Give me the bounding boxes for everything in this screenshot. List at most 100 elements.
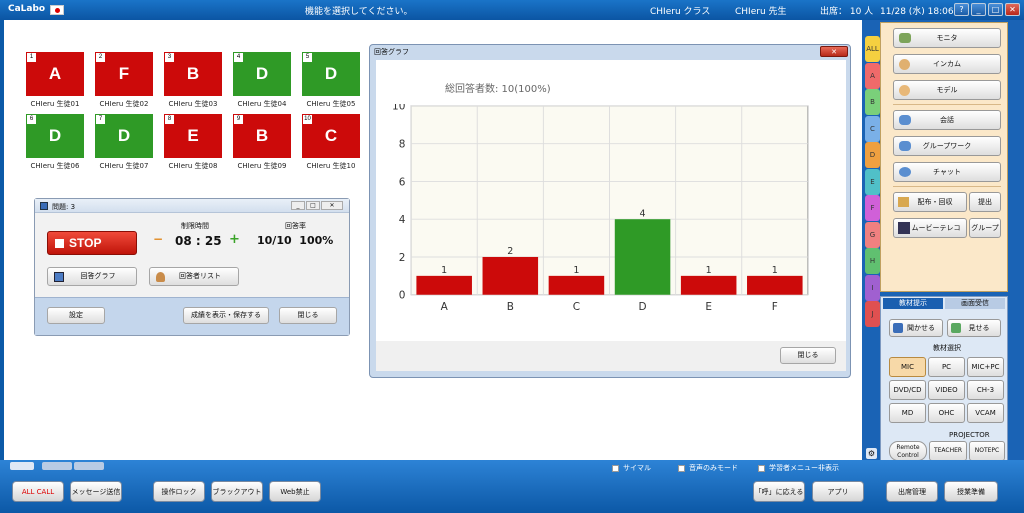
stop-button[interactable]: STOP bbox=[47, 231, 137, 255]
respond-call-button[interactable]: 「呼」に応える bbox=[753, 481, 805, 502]
student-tile[interactable]: 6D bbox=[26, 114, 84, 158]
web-block-button[interactable]: Web禁止 bbox=[269, 481, 321, 502]
tab-group-f[interactable]: F bbox=[865, 195, 880, 221]
student-tile[interactable]: 8E bbox=[164, 114, 222, 158]
graph-close-button[interactable]: 閉じる bbox=[780, 347, 836, 364]
student-tile[interactable]: 10 C bbox=[302, 114, 360, 158]
student-tile[interactable]: 3B bbox=[164, 52, 222, 96]
all-call-button[interactable]: ALL CALL bbox=[12, 481, 64, 502]
teacher-button[interactable]: TEACHER bbox=[929, 441, 967, 461]
x-tick-label: F bbox=[772, 301, 778, 310]
conversation-button[interactable]: 会話 bbox=[893, 110, 1001, 130]
tab-group-j[interactable]: J bbox=[865, 301, 880, 327]
close-question-button[interactable]: 閉じる bbox=[279, 307, 337, 324]
student-name: CHIeru 生徒03 bbox=[168, 100, 218, 108]
student-tile[interactable]: 9B bbox=[233, 114, 291, 158]
remote-control-button[interactable]: Remote Control bbox=[889, 441, 927, 461]
folder-icon bbox=[898, 197, 909, 207]
tab-group-i[interactable]: I bbox=[865, 274, 880, 301]
blackout-button[interactable]: ブラックアウト bbox=[211, 481, 263, 502]
question-title: 問題: 3 bbox=[52, 203, 76, 211]
student-name: CHIeru 生徒07 bbox=[99, 162, 149, 170]
view-detail-icon[interactable] bbox=[74, 462, 104, 470]
source-mic-button[interactable]: MIC bbox=[889, 357, 926, 377]
audio-only-label: 音声のみモード bbox=[689, 464, 738, 472]
save-results-button[interactable]: 成績を表示・保存する bbox=[183, 307, 269, 324]
student-tile[interactable]: 4D bbox=[233, 52, 291, 96]
simul-checkbox[interactable]: サイマル bbox=[612, 463, 651, 473]
message-send-button[interactable]: メッセージ送信 bbox=[70, 481, 122, 502]
minus-button[interactable]: − bbox=[153, 232, 163, 246]
source-mic-pc-button[interactable]: MIC+PC bbox=[967, 357, 1004, 377]
answer-graph-button[interactable]: 回答グラフ bbox=[47, 267, 137, 286]
datetime: 11/28 (水) 18:06 bbox=[880, 7, 954, 17]
tab-group-a[interactable]: A bbox=[865, 62, 880, 89]
view-grid-icon[interactable] bbox=[10, 462, 34, 470]
groupwork-button[interactable]: グループワーク bbox=[893, 136, 1001, 156]
submit-button[interactable]: 提出 bbox=[969, 192, 1001, 212]
chat-button[interactable]: チャット bbox=[893, 162, 1001, 182]
bar-f bbox=[747, 275, 803, 295]
distribute-collect-button[interactable]: 配布・回収 bbox=[893, 192, 967, 212]
app-button[interactable]: アプリ bbox=[812, 481, 864, 502]
intercom-button[interactable]: インカム bbox=[893, 54, 1001, 74]
source-dvd-cd-button[interactable]: DVD/CD bbox=[889, 380, 926, 400]
window-icon bbox=[40, 202, 48, 210]
tab-group-e[interactable]: E bbox=[865, 168, 880, 195]
answer-bar-chart: 0 2 4 6 8 10 1 A 2 B 1 C 4 D 1 E 1 F bbox=[392, 104, 809, 310]
source-ch-3-button[interactable]: CH-3 bbox=[967, 380, 1004, 400]
tab-group-c[interactable]: C bbox=[865, 115, 880, 142]
hide-menu-checkbox[interactable]: 学習者メニュー非表示 bbox=[758, 463, 839, 473]
view-list-icon[interactable] bbox=[42, 462, 72, 470]
answer-letter: D bbox=[117, 126, 131, 145]
chat-icon bbox=[899, 167, 911, 177]
settings-button[interactable]: 設定 bbox=[47, 307, 105, 324]
bar-d bbox=[614, 219, 671, 295]
plus-button[interactable]: + bbox=[229, 232, 240, 247]
tab-material-present[interactable]: 教材提示 bbox=[883, 298, 943, 309]
show-button[interactable]: 見せる bbox=[947, 319, 1001, 337]
tab-group-all[interactable]: ALL bbox=[865, 36, 880, 62]
wrench-icon[interactable]: ⚙ bbox=[866, 448, 877, 459]
student-tile[interactable]: 2F bbox=[95, 52, 153, 96]
person-icon bbox=[156, 272, 165, 282]
close-button[interactable]: ✕ bbox=[1005, 3, 1020, 16]
attendance-management-button[interactable]: 出席管理 bbox=[886, 481, 938, 502]
group-button[interactable]: グループ bbox=[969, 218, 1001, 238]
source-video-button[interactable]: VIDEO bbox=[928, 380, 965, 400]
class-prep-button[interactable]: 授業準備 bbox=[944, 481, 998, 502]
answerer-list-button[interactable]: 回答者リスト bbox=[149, 267, 239, 286]
source-pc-button[interactable]: PC bbox=[928, 357, 965, 377]
student-name: CHIeru 生徒01 bbox=[30, 100, 80, 108]
seat-number: 10 bbox=[303, 115, 312, 124]
close-icon[interactable]: ✕ bbox=[321, 201, 343, 210]
student-tile[interactable]: 5D bbox=[302, 52, 360, 96]
student-name: CHIeru 生徒10 bbox=[306, 162, 356, 170]
movie-teleco-button[interactable]: ムービーテレコ bbox=[893, 218, 967, 238]
source-ohc-button[interactable]: OHC bbox=[928, 403, 965, 423]
notepc-button[interactable]: NOTEPC bbox=[969, 441, 1005, 461]
maximize-icon[interactable]: □ bbox=[306, 201, 320, 210]
tab-screen-receive[interactable]: 画面受信 bbox=[945, 298, 1005, 309]
source-md-button[interactable]: MD bbox=[889, 403, 926, 423]
minimize-button[interactable]: _ bbox=[971, 3, 986, 16]
maximize-button[interactable]: □ bbox=[988, 3, 1003, 16]
help-button[interactable]: ? bbox=[954, 3, 969, 16]
audio-only-checkbox[interactable]: 音声のみモード bbox=[678, 463, 738, 473]
y-tick-label: 2 bbox=[399, 252, 406, 264]
student-tile[interactable]: 7D bbox=[95, 114, 153, 158]
student-tile[interactable]: 1A bbox=[26, 52, 84, 96]
tab-group-b[interactable]: B bbox=[865, 89, 880, 115]
film-icon bbox=[898, 222, 910, 234]
graph-close-icon[interactable]: ✕ bbox=[820, 46, 848, 57]
listen-button[interactable]: 聞かせる bbox=[889, 319, 943, 337]
operation-lock-button[interactable]: 操作ロック bbox=[153, 481, 205, 502]
tab-group-h[interactable]: H bbox=[865, 248, 880, 274]
source-vcam-button[interactable]: VCAM bbox=[967, 403, 1004, 423]
tab-group-g[interactable]: G bbox=[865, 221, 880, 248]
monitor-button[interactable]: モニタ bbox=[893, 28, 1001, 48]
minimize-icon[interactable]: _ bbox=[291, 201, 305, 210]
model-button[interactable]: モデル bbox=[893, 80, 1001, 100]
data-label: 1 bbox=[441, 265, 447, 276]
tab-group-d[interactable]: D bbox=[865, 142, 880, 168]
